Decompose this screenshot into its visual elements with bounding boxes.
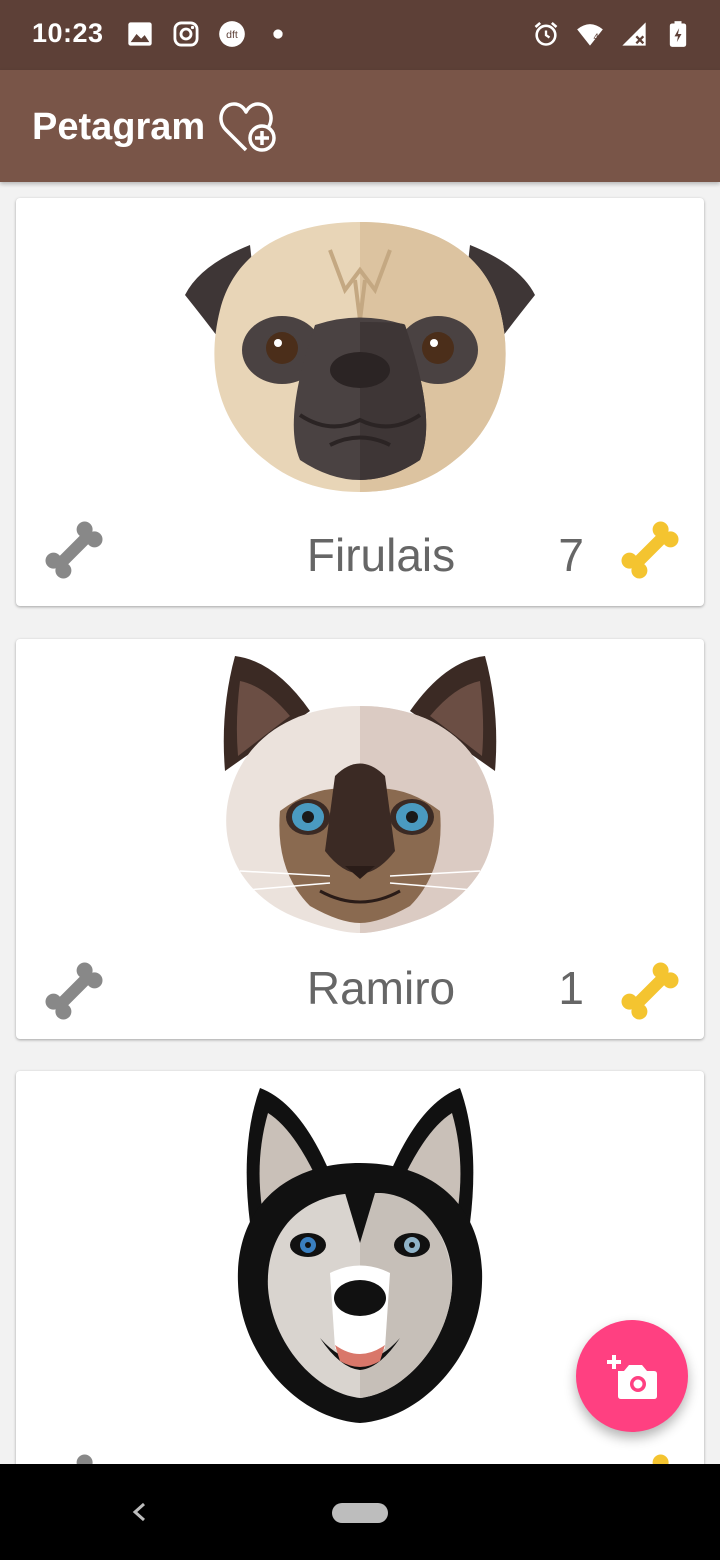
bone-rating-icon[interactable] — [614, 514, 686, 586]
bone-like-icon[interactable] — [38, 955, 110, 1027]
pet-likes-count: 7 — [558, 529, 584, 581]
pet-likes-count: 1 — [558, 962, 584, 1014]
dot-icon — [273, 29, 283, 39]
pet-card: Ramiro 1 — [16, 639, 704, 1039]
heart-plus-icon[interactable] — [218, 98, 282, 156]
status-bar: 10:23 dft 4 — [0, 0, 720, 70]
pet-card: Firulais 7 — [16, 198, 704, 606]
bone-rating-icon[interactable] — [614, 1447, 686, 1464]
image-icon — [128, 22, 152, 46]
instagram-icon — [173, 21, 199, 47]
wifi-icon: 4 — [577, 24, 603, 46]
dft-icon: dft — [219, 21, 245, 47]
home-button[interactable] — [332, 1465, 388, 1560]
bone-like-icon[interactable] — [38, 1447, 110, 1464]
app-bar: Petagram — [0, 70, 720, 182]
wifi-icon-label: 4 — [594, 32, 599, 42]
pet-photo-husky — [237, 1088, 483, 1423]
add-photo-button[interactable] — [576, 1320, 688, 1432]
battery-icon — [669, 21, 687, 47]
dft-icon-label: dft — [226, 29, 238, 41]
bone-like-icon[interactable] — [38, 514, 110, 586]
home-pill — [332, 1503, 388, 1523]
status-time: 10:23 — [32, 18, 104, 48]
app-title: Petagram — [32, 106, 206, 148]
alarm-icon — [534, 21, 558, 46]
add-photo-icon — [607, 1355, 657, 1399]
back-icon[interactable] — [124, 1492, 154, 1532]
status-left-icons: dft — [126, 20, 292, 48]
pet-photo-siamese-cat — [223, 656, 497, 933]
signal-icon — [622, 22, 646, 46]
bone-rating-icon[interactable] — [614, 955, 686, 1027]
system-nav-bar — [0, 1464, 720, 1560]
pet-photo-pug — [185, 222, 535, 492]
pet-feed[interactable]: Firulais 7 Ramiro 1 — [0, 182, 720, 1464]
pet-name: Firulais — [306, 529, 456, 581]
status-right-icons: 4 — [532, 20, 692, 48]
pet-name: Ramiro — [306, 962, 456, 1014]
